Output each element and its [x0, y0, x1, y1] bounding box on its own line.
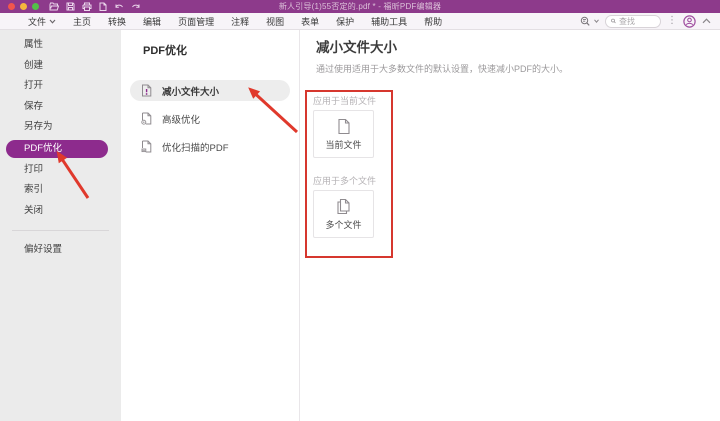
sidebar-item-save[interactable]: 保存 — [0, 97, 121, 118]
collapse-toolbar-button[interactable] — [702, 18, 711, 24]
redo-icon[interactable] — [131, 3, 141, 11]
find-replace-button[interactable] — [580, 16, 599, 27]
menu-item-file-label: 文件 — [28, 15, 46, 28]
sidebar-divider — [12, 230, 109, 231]
undo-icon[interactable] — [114, 3, 124, 11]
print-icon[interactable] — [82, 2, 92, 11]
menu-item-edit[interactable]: 编辑 — [143, 15, 161, 28]
sidebar-item-create[interactable]: 创建 — [0, 56, 121, 77]
document-scan-icon — [141, 140, 152, 153]
caret-down-icon — [594, 19, 599, 23]
sidebar-item-print[interactable]: 打印 — [0, 160, 121, 181]
find-replace-icon — [580, 16, 592, 27]
panel-item-optimize-scanned-pdf[interactable]: 优化扫描的PDF — [130, 136, 290, 157]
current-file-label: 当前文件 — [325, 140, 361, 150]
sidebar-item-open[interactable]: 打开 — [0, 76, 121, 97]
sidebar-item-pdf-optimize[interactable]: PDF优化 — [6, 140, 108, 158]
menu-item-assistant-tools[interactable]: 辅助工具 — [371, 15, 407, 28]
panel-item-advanced-optimization[interactable]: 高级优化 — [130, 108, 290, 129]
panel-item-label: 减小文件大小 — [162, 84, 219, 98]
search-icon — [611, 17, 616, 25]
search-field[interactable] — [605, 15, 661, 28]
minimize-window-button[interactable] — [20, 3, 27, 10]
file-menu-sidebar: 属性 创建 打开 保存 另存为 PDF优化 打印 索引 关闭 偏好设置 — [0, 30, 121, 421]
panel-item-reduce-file-size[interactable]: 减小文件大小 — [130, 80, 290, 101]
close-window-button[interactable] — [8, 3, 15, 10]
quick-toolbar — [49, 2, 141, 11]
document-gear-icon — [141, 112, 152, 125]
zoom-window-button[interactable] — [32, 3, 39, 10]
multiple-files-label: 多个文件 — [325, 220, 361, 230]
menu-item-convert[interactable]: 转换 — [108, 15, 126, 28]
menu-items: 文件 主页 转换 编辑 页面管理 注释 视图 表单 保护 辅助工具 帮助 — [0, 15, 442, 28]
sidebar-item-save-as[interactable]: 另存为 — [0, 117, 121, 138]
panel-title: PDF优化 — [121, 42, 299, 58]
menu-item-comment[interactable]: 注释 — [231, 15, 249, 28]
reduce-file-size-content: 减小文件大小 通过使用适用于大多数文件的默认设置，快速减小PDF的大小。 应用于… — [300, 30, 720, 421]
menubar: 文件 主页 转换 编辑 页面管理 注释 视图 表单 保护 辅助工具 帮助 ⋮ — [0, 13, 720, 30]
sidebar-item-close[interactable]: 关闭 — [0, 201, 121, 222]
more-vertical-icon[interactable]: ⋮ — [667, 16, 677, 26]
menu-item-help[interactable]: 帮助 — [424, 15, 442, 28]
multiple-documents-icon — [336, 198, 351, 215]
open-folder-icon[interactable] — [49, 2, 59, 11]
chevron-up-icon — [702, 18, 711, 24]
search-input[interactable] — [619, 17, 655, 26]
account-icon — [683, 15, 696, 28]
sidebar-item-index[interactable]: 索引 — [0, 180, 121, 201]
menu-item-file[interactable]: 文件 — [28, 15, 56, 28]
sidebar-item-preferences[interactable]: 偏好设置 — [0, 240, 121, 261]
multiple-files-button[interactable]: 多个文件 — [313, 190, 374, 238]
save-icon[interactable] — [66, 2, 75, 11]
foxit-pdf-editor-window: 新人引导(1)55否定的.pdf * - 福昕PDF编辑器 文件 主页 转换 编… — [0, 0, 720, 421]
page-title: 减小文件大小 — [316, 40, 720, 55]
menu-item-protect[interactable]: 保护 — [336, 15, 354, 28]
single-document-icon — [337, 118, 351, 135]
new-document-icon[interactable] — [99, 2, 107, 11]
pdf-optimize-panel: PDF优化 减小文件大小 高级优化 优化扫描的PDF — [121, 30, 300, 421]
document-exclamation-icon — [141, 84, 152, 97]
apply-current-file-label: 应用于当前文件 — [313, 96, 391, 107]
sidebar-item-properties[interactable]: 属性 — [0, 35, 121, 56]
chevron-down-icon — [49, 19, 56, 24]
menu-item-view[interactable]: 视图 — [266, 15, 284, 28]
panel-item-label: 高级优化 — [162, 112, 200, 126]
apply-multiple-files-label: 应用于多个文件 — [313, 176, 391, 187]
menu-item-page-management[interactable]: 页面管理 — [178, 15, 214, 28]
traffic-lights — [0, 3, 39, 10]
menu-item-form[interactable]: 表单 — [301, 15, 319, 28]
red-highlight-rectangle: 应用于当前文件 当前文件 应用于多个文件 多个文件 — [305, 90, 393, 258]
current-file-button[interactable]: 当前文件 — [313, 110, 374, 158]
menubar-right-controls: ⋮ — [580, 15, 720, 28]
account-button[interactable] — [683, 15, 696, 28]
panel-item-label: 优化扫描的PDF — [162, 140, 229, 154]
menu-item-home[interactable]: 主页 — [73, 15, 91, 28]
file-menu-page: 属性 创建 打开 保存 另存为 PDF优化 打印 索引 关闭 偏好设置 PDF优… — [0, 30, 720, 421]
titlebar: 新人引导(1)55否定的.pdf * - 福昕PDF编辑器 — [0, 0, 720, 13]
page-description: 通过使用适用于大多数文件的默认设置，快速减小PDF的大小。 — [316, 64, 720, 75]
